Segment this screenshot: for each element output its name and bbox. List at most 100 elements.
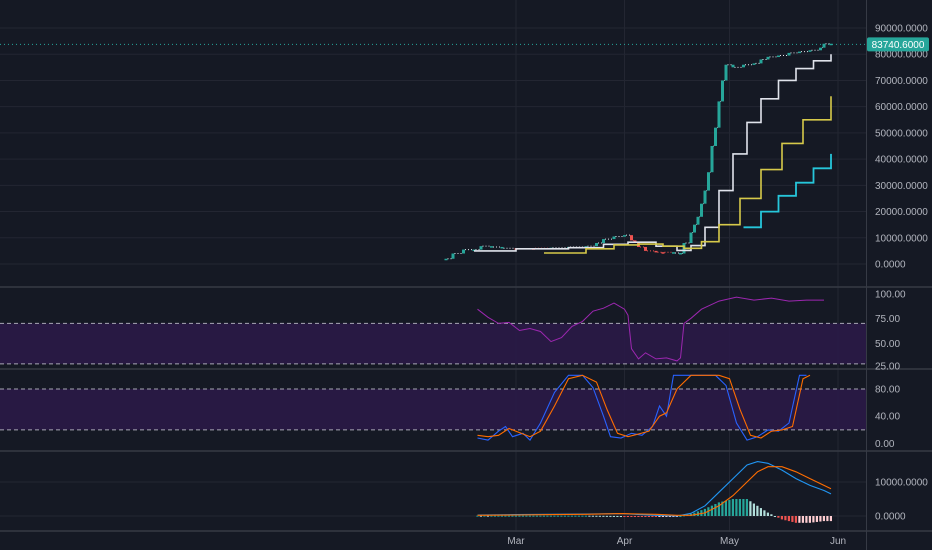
candle: [451, 253, 455, 259]
candle: [798, 51, 801, 54]
candle: [752, 63, 756, 65]
macd-histogram-bar: [794, 516, 797, 523]
candle: [742, 64, 745, 68]
macd-histogram-bar: [497, 515, 500, 517]
candle: [717, 101, 721, 128]
stoch-tick-label: 80.00: [875, 384, 900, 395]
time-tick-label: Mar: [507, 536, 525, 547]
macd-histogram-bar: [801, 516, 804, 523]
last-price-label: 83740.6000: [872, 40, 925, 51]
candle: [819, 47, 822, 51]
price-tick-label: 90000.0000: [875, 24, 928, 35]
macd-histogram-bar: [822, 516, 825, 522]
macd-histogram-bar: [724, 500, 727, 516]
price-tick-label: 0.0000: [875, 260, 906, 271]
macd-histogram-bar: [805, 516, 808, 523]
macd-histogram-bar: [525, 515, 528, 517]
macd-histogram-bar: [609, 515, 612, 517]
macd-histogram-bar: [602, 515, 605, 517]
candle: [822, 43, 826, 48]
macd-histogram-bar: [598, 515, 601, 517]
time-tick-label: Jun: [830, 536, 846, 547]
stoch-tick-label: 40.00: [875, 412, 900, 423]
candle: [777, 55, 780, 58]
price-tick-label: 10000.0000: [875, 233, 928, 244]
macd-histogram-bar: [581, 515, 584, 517]
price-tick-label: 50000.0000: [875, 128, 928, 139]
candle: [766, 56, 770, 60]
candle: [679, 252, 682, 255]
macd-histogram-bar: [518, 515, 521, 517]
macd-histogram-bar: [493, 515, 496, 517]
macd-histogram-bar: [616, 515, 619, 517]
macd-histogram-bar: [486, 515, 489, 517]
macd-histogram-bar: [588, 515, 591, 517]
macd-histogram-bar: [728, 499, 731, 516]
candle: [689, 232, 693, 244]
macd-histogram-bar: [563, 515, 566, 517]
macd-histogram-bar: [759, 508, 762, 516]
macd-histogram-bar: [787, 516, 790, 522]
candle: [787, 52, 791, 56]
macd-histogram-bar: [584, 515, 587, 517]
macd-histogram-bar: [567, 515, 570, 517]
macd-histogram-bar: [626, 516, 629, 517]
macd-histogram-bar: [605, 515, 608, 517]
macd-histogram-bar: [644, 516, 647, 517]
macd-histogram-bar: [717, 502, 720, 516]
macd-histogram-bar: [556, 515, 559, 517]
macd-histogram-bar: [500, 515, 503, 517]
time-tick-label: May: [720, 536, 739, 547]
macd-histogram-bar: [777, 516, 780, 518]
time-tick-label: Apr: [617, 536, 633, 547]
price-tick-label: 70000.0000: [875, 76, 928, 87]
macd-histogram-bar: [633, 516, 636, 517]
macd-histogram-bar: [647, 516, 650, 517]
candle: [462, 249, 465, 254]
trading-chart[interactable]: 90000.000080000.000070000.000060000.0000…: [0, 0, 932, 550]
macd-histogram-bar: [651, 516, 654, 517]
macd-histogram-bar: [553, 515, 556, 517]
candle: [703, 190, 707, 204]
macd-histogram-bar: [780, 516, 783, 520]
candle: [672, 252, 675, 254]
stoch-band-fill: [0, 388, 866, 430]
rsi-tick-label: 100.00: [875, 290, 906, 301]
candle: [696, 216, 700, 225]
stoch-tick-label: 0.00: [875, 439, 895, 450]
candle: [602, 239, 605, 244]
price-tick-label: 20000.0000: [875, 207, 928, 218]
candle: [644, 246, 647, 251]
macd-histogram-bar: [749, 501, 752, 516]
macd-histogram-bar: [623, 516, 626, 517]
chart-background: [0, 0, 932, 550]
macd-histogram-bar: [521, 515, 524, 517]
candle: [479, 246, 483, 250]
macd-histogram-bar: [815, 516, 818, 522]
rsi-tick-label: 75.00: [875, 314, 900, 325]
macd-histogram-bar: [735, 499, 738, 516]
macd-histogram-bar: [542, 515, 545, 517]
candle: [612, 236, 616, 240]
macd-histogram-bar: [770, 514, 773, 516]
candle: [721, 80, 724, 102]
candle: [731, 64, 735, 68]
candle: [500, 246, 504, 249]
macd-histogram-bar: [812, 516, 815, 523]
macd-histogram-bar: [756, 505, 759, 516]
macd-histogram-bar: [679, 516, 682, 517]
macd-histogram-bar: [791, 516, 794, 522]
candle: [759, 59, 763, 64]
macd-histogram-bar: [560, 515, 563, 517]
macd-histogram-bar: [829, 516, 832, 522]
macd-histogram-bar: [577, 515, 580, 517]
candle: [693, 224, 696, 233]
macd-histogram-bar: [532, 515, 535, 517]
candle: [595, 243, 598, 247]
candle: [444, 258, 448, 261]
macd-histogram-bar: [640, 516, 643, 517]
macd-histogram-bar: [654, 516, 657, 518]
macd-histogram-bar: [549, 515, 552, 517]
macd-histogram-bar: [773, 516, 776, 517]
candle: [829, 43, 833, 46]
